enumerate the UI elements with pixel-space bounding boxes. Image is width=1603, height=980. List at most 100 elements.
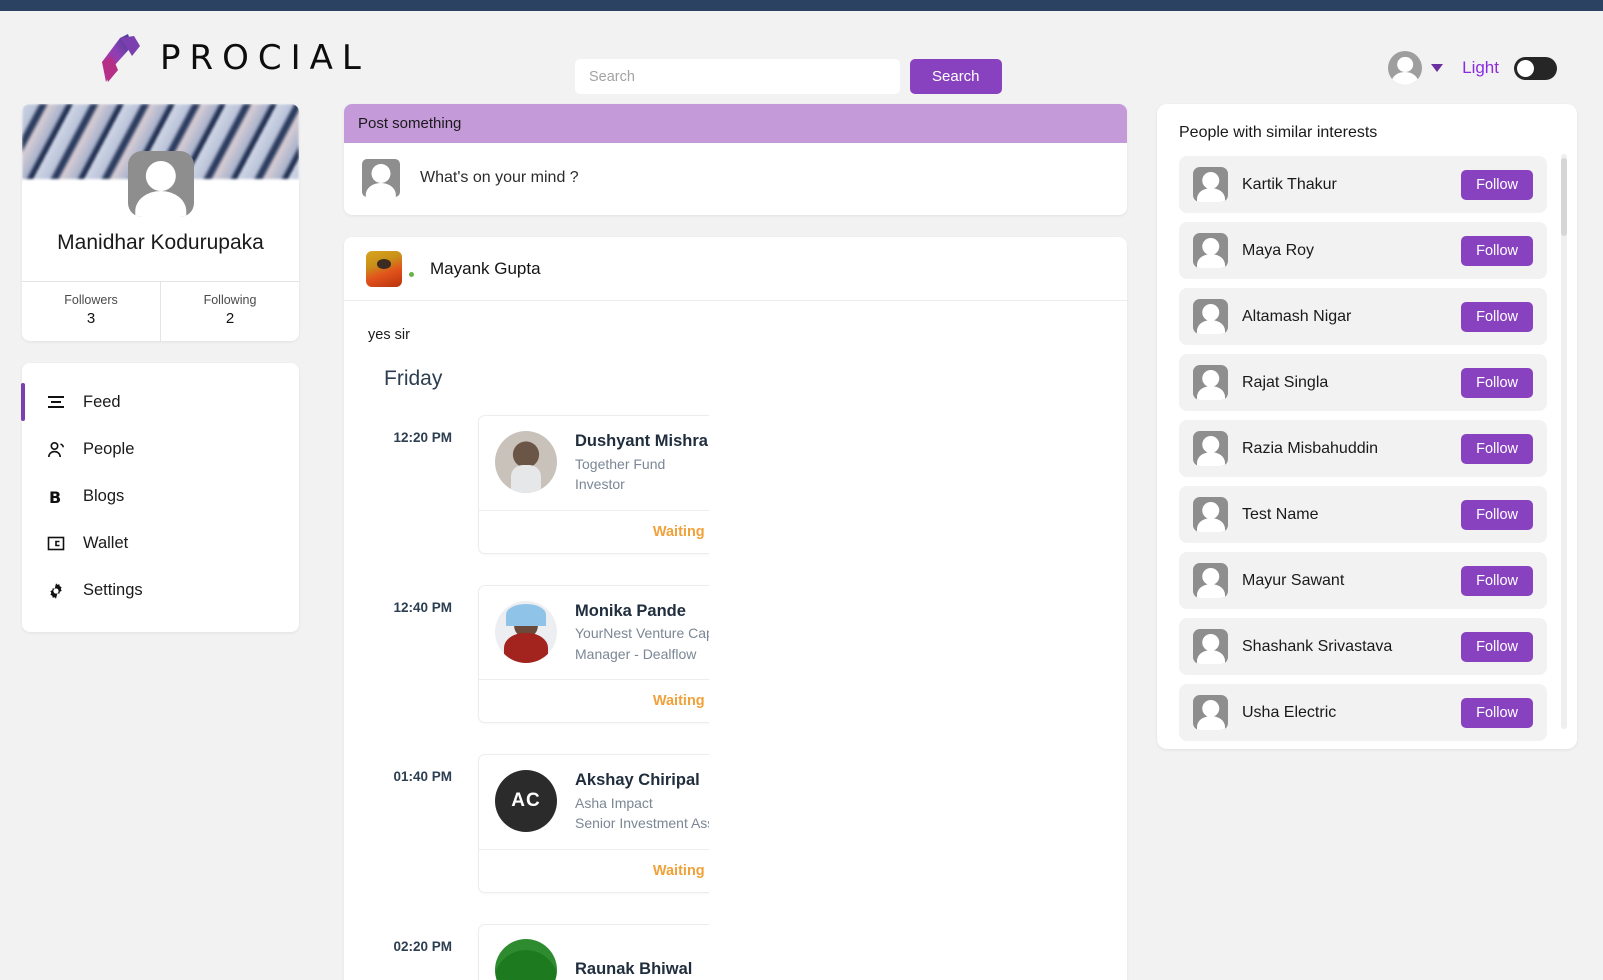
schedule-time: 12:20 PM	[393, 430, 452, 445]
schedule-time: 02:20 PM	[393, 938, 452, 954]
person-name: Maya Roy	[1242, 241, 1315, 259]
sidebar-item-label: Settings	[83, 581, 143, 599]
wallet-icon	[46, 534, 66, 554]
list-item: Usha Electric Follow	[1179, 684, 1547, 741]
composer-body[interactable]: What's on your mind ?	[344, 143, 1127, 215]
people-suggestions-panel: People with similar interests Kartik Tha…	[1157, 104, 1577, 749]
feed-icon	[46, 393, 66, 413]
post-card: Mayank Gupta yes sir Friday 12:20 PM Dus…	[344, 237, 1127, 980]
post-author-avatar[interactable]	[366, 251, 402, 287]
theme-label: Light	[1462, 58, 1499, 77]
schedule-row: 12:20 PM Dushyant Mishra Together Fund I…	[384, 415, 709, 554]
sidebar-item-feed[interactable]: Feed	[21, 379, 299, 426]
svg-text:B: B	[49, 488, 61, 506]
cover-holder	[22, 104, 299, 217]
person-name: Test Name	[1242, 505, 1319, 523]
right-sidebar: People with similar interests Kartik Tha…	[1157, 104, 1577, 980]
follow-button[interactable]: Follow	[1461, 697, 1533, 728]
people-scrollbar-thumb[interactable]	[1561, 158, 1567, 236]
people-scrollbar[interactable]	[1561, 154, 1567, 729]
composer-placeholder[interactable]: What's on your mind ?	[420, 169, 579, 187]
followers-label: Followers	[64, 293, 118, 307]
brand-name: PROCIAL	[160, 37, 370, 78]
sidebar-item-label: Blogs	[83, 487, 125, 505]
person-name: Shashank Srivastava	[1242, 637, 1393, 655]
avatar	[1193, 299, 1228, 334]
avatar	[1193, 167, 1228, 202]
person-name: Usha Electric	[1242, 703, 1337, 721]
avatar	[1193, 563, 1228, 598]
schedule-person-role: Investor	[575, 476, 625, 493]
schedule-person-company: Together Fund	[575, 455, 666, 472]
chevron-down-icon[interactable]	[1431, 64, 1444, 72]
schedule-card: Monika Pande YourNest Venture Capital Ma…	[478, 584, 709, 724]
schedule-person-name: Monika Pande	[575, 601, 686, 620]
schedule-row: 12:40 PM Monika Pande YourNest Venture C…	[384, 584, 709, 724]
list-item: Test Name Follow	[1179, 486, 1547, 543]
follow-button[interactable]: Follow	[1461, 631, 1533, 662]
composer-header: Post something	[344, 104, 1127, 143]
blogs-icon: B	[46, 487, 66, 507]
post-composer: Post something What's on your mind ?	[344, 104, 1127, 215]
follow-button[interactable]: Follow	[1461, 301, 1533, 332]
sidebar-item-wallet[interactable]: Wallet	[22, 520, 299, 567]
sidebar-item-label: People	[83, 440, 135, 458]
schedule-person-avatar	[495, 431, 557, 494]
following-stat[interactable]: Following 2	[160, 282, 299, 341]
sidebar-item-blogs[interactable]: B Blogs	[22, 473, 299, 520]
avatar	[1193, 365, 1228, 400]
list-item: Razia Misbahuddin Follow	[1179, 420, 1547, 477]
schedule-person-avatar	[495, 600, 557, 663]
followers-count: 3	[86, 310, 96, 327]
composer-avatar	[362, 159, 400, 197]
person-name: Kartik Thakur	[1242, 175, 1337, 193]
sidebar-item-label: Feed	[83, 393, 121, 411]
schedule-person-name: Dushyant Mishra	[575, 432, 708, 450]
schedule-card: Raunak Bhiwal	[478, 923, 709, 980]
follow-button[interactable]: Follow	[1461, 235, 1533, 266]
schedule-person-role: Manager - Dealflow	[575, 645, 697, 662]
feed-column: Post something What's on your mind ? May…	[344, 104, 1127, 980]
schedule-time: 01:40 PM	[393, 769, 452, 785]
follow-button[interactable]: Follow	[1461, 565, 1533, 596]
search-button[interactable]: Search	[910, 59, 1002, 94]
follow-button[interactable]: Follow	[1461, 433, 1533, 464]
follow-button[interactable]: Follow	[1461, 169, 1533, 200]
post-author-name[interactable]: Mayank Gupta	[430, 259, 541, 279]
schedule-person-avatar	[495, 938, 557, 980]
post-body-text: yes sir	[368, 327, 410, 343]
list-item: Shashank Srivastava Follow	[1179, 618, 1547, 675]
online-status-dot	[409, 272, 414, 277]
left-sidebar: Manidhar Kodurupaka Followers 3 Followin…	[21, 104, 299, 980]
theme-toggle[interactable]	[1514, 56, 1557, 80]
schedule-row: 02:20 PM Raunak Bhiwal	[384, 923, 709, 980]
user-avatar[interactable]	[1388, 51, 1423, 85]
follow-button[interactable]: Follow	[1461, 367, 1533, 398]
post-header: Mayank Gupta	[344, 237, 1127, 301]
schedule-status: Waiting response	[479, 509, 709, 553]
sidebar-nav: Feed People B Blogs Wallet Settings	[21, 363, 299, 632]
avatar	[1193, 431, 1228, 466]
schedule-status: Waiting response	[479, 679, 709, 722]
avatar	[1193, 497, 1228, 532]
brand-logo[interactable]: PROCIAL	[98, 32, 370, 84]
profile-avatar[interactable]	[127, 151, 194, 217]
schedule-person-name: Akshay Chiripal	[575, 771, 700, 790]
followers-stat[interactable]: Followers 3	[22, 282, 160, 341]
top-accent-bar	[0, 0, 1603, 11]
profile-card: Manidhar Kodurupaka Followers 3 Followin…	[22, 104, 299, 341]
follow-button[interactable]: Follow	[1461, 499, 1533, 530]
search-input[interactable]	[575, 59, 900, 94]
people-list: Kartik Thakur Follow Maya Roy Follow Alt…	[1179, 156, 1559, 746]
sidebar-item-settings[interactable]: Settings	[22, 567, 299, 614]
app-header: PROCIAL Search Light	[0, 11, 1603, 104]
person-name: Rajat Singla	[1242, 373, 1329, 391]
gear-icon	[46, 581, 66, 601]
schedule-card: Dushyant Mishra Together Fund Investor W…	[478, 415, 709, 554]
people-panel-title: People with similar interests	[1179, 124, 1378, 141]
schedule-person-role: Senior Investment Associate	[575, 815, 709, 832]
sidebar-item-people[interactable]: People	[22, 426, 299, 473]
procial-mark-icon	[98, 32, 144, 84]
profile-stats: Followers 3 Following 2	[22, 281, 299, 341]
search-group: Search	[575, 59, 1002, 94]
